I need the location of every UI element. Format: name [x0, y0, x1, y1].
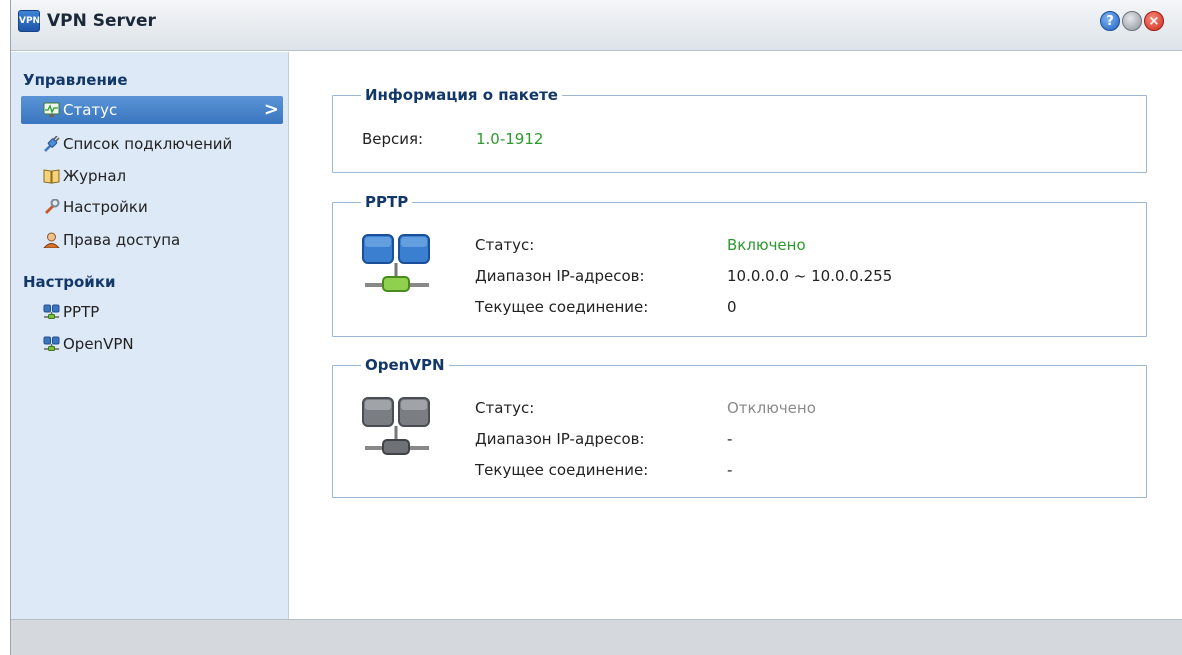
sidebar-item-label: Права доступа — [63, 231, 181, 249]
pptp-status-label: Статус: — [475, 236, 535, 254]
sidebar: Управление Статус > Список подключений Ж… — [11, 52, 289, 619]
version-label: Версия: — [362, 130, 424, 148]
window-title: VPN Server — [47, 11, 156, 31]
network-icon — [43, 304, 60, 319]
sidebar-item-openvpn[interactable]: OpenVPN — [21, 330, 283, 358]
sidebar-item-connections[interactable]: Список подключений — [21, 130, 283, 158]
package-info-legend: Информация о пакете — [361, 85, 562, 105]
minimize-button[interactable] — [1122, 11, 1142, 31]
help-button[interactable]: ? — [1100, 11, 1120, 31]
sidebar-item-status[interactable]: Статус > — [21, 96, 283, 124]
sidebar-item-permissions[interactable]: Права доступа — [21, 226, 283, 254]
openvpn-range-label: Диапазон IP-адресов: — [475, 430, 645, 448]
main-content: Информация о пакете Версия: 1.0-1912 PPT… — [290, 52, 1182, 619]
pptp-legend: PPTP — [361, 192, 413, 212]
pptp-panel: PPTP Статус: Включено Диапазон IP-адресо… — [332, 192, 1147, 337]
monitor-icon — [43, 102, 60, 117]
pptp-network-icon — [362, 234, 430, 292]
pptp-status-value: Включено — [727, 236, 806, 254]
status-bar — [11, 619, 1182, 655]
openvpn-range-value: - — [727, 430, 733, 448]
network-icon — [43, 336, 60, 351]
pptp-connection-value: 0 — [727, 298, 737, 316]
pptp-range-value: 10.0.0.0 ~ 10.0.0.255 — [727, 267, 893, 285]
vpn-app-icon: VPN — [18, 10, 40, 32]
package-info-panel: Информация о пакете Версия: 1.0-1912 — [332, 85, 1147, 173]
sidebar-item-settings[interactable]: Настройки — [21, 193, 283, 221]
sidebar-item-label: OpenVPN — [63, 335, 134, 353]
wrench-icon — [44, 199, 60, 215]
pptp-range-label: Диапазон IP-адресов: — [475, 267, 645, 285]
sidebar-item-label: PPTP — [63, 303, 100, 321]
sidebar-item-log[interactable]: Журнал — [21, 162, 283, 190]
openvpn-network-icon — [362, 397, 430, 455]
openvpn-panel: OpenVPN Статус: Отключено Диапазон IP-ад… — [332, 355, 1147, 498]
vpn-server-window: VPN VPN Server ? × Управление Статус > С… — [10, 0, 1182, 655]
pptp-connection-label: Текущее соединение: — [475, 298, 649, 316]
sidebar-section-management: Управление — [23, 71, 128, 89]
plug-icon — [44, 136, 60, 152]
openvpn-connection-value: - — [727, 461, 733, 479]
sidebar-item-label: Настройки — [63, 198, 148, 216]
close-button[interactable]: × — [1144, 11, 1164, 31]
sidebar-item-label: Статус — [63, 101, 118, 119]
chevron-right-icon: > — [263, 99, 279, 120]
sidebar-section-settings: Настройки — [23, 273, 116, 291]
openvpn-connection-label: Текущее соединение: — [475, 461, 649, 479]
book-icon — [43, 169, 60, 184]
openvpn-status-value: Отключено — [727, 399, 816, 417]
sidebar-item-label: Список подключений — [63, 135, 233, 153]
title-bar: VPN VPN Server ? × — [11, 0, 1182, 51]
sidebar-item-label: Журнал — [63, 167, 127, 185]
sidebar-item-pptp[interactable]: PPTP — [21, 298, 283, 326]
version-value: 1.0-1912 — [476, 130, 544, 148]
user-icon — [43, 232, 60, 248]
openvpn-status-label: Статус: — [475, 399, 535, 417]
openvpn-legend: OpenVPN — [361, 355, 449, 375]
